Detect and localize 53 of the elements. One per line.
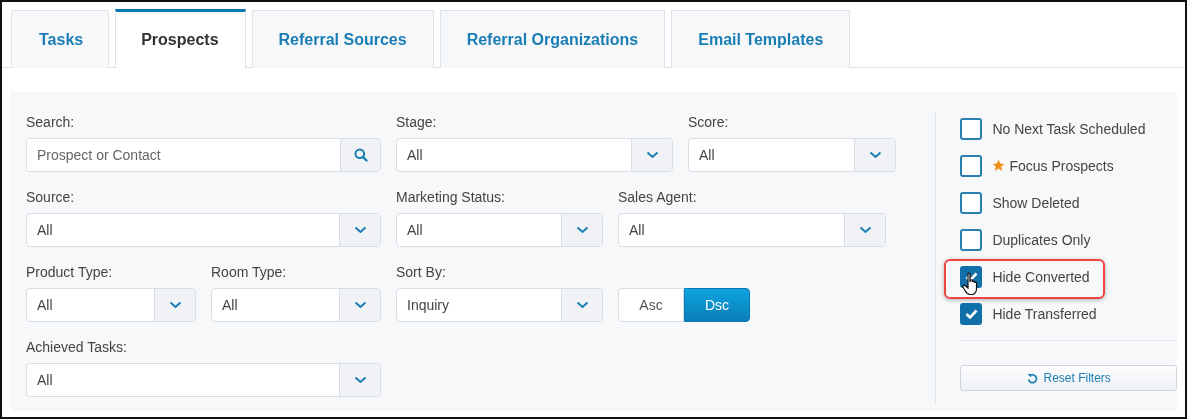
search-button[interactable] — [340, 139, 380, 171]
checkbox[interactable] — [960, 302, 983, 325]
checkbox[interactable] — [960, 154, 983, 177]
checkbox[interactable] — [960, 117, 983, 140]
field-label: Room Type: — [211, 264, 288, 280]
dropdown[interactable]: All — [26, 213, 381, 247]
tab[interactable]: Tasks — [11, 10, 110, 68]
field-label: Achieved Tasks: — [26, 339, 128, 355]
chevron-icon — [645, 151, 659, 159]
chevron-icon — [575, 301, 589, 309]
checkbox-label: Hide Converted — [992, 268, 1090, 285]
chevron-icon — [575, 226, 589, 234]
checkbox-label: Hide Transferred — [992, 305, 1097, 322]
field-label: Sales Agent: — [618, 189, 698, 205]
checkbox-label: Focus Prospects — [1009, 157, 1114, 174]
dropdown[interactable]: Inquiry — [396, 288, 603, 322]
search-icon — [353, 148, 368, 162]
reset-icon — [1026, 372, 1038, 384]
dropdown[interactable]: All — [211, 288, 381, 322]
check-icon — [964, 308, 978, 319]
checkbox[interactable] — [960, 228, 983, 251]
field-label: Stage: — [396, 114, 438, 130]
checkbox[interactable] — [960, 191, 983, 214]
tab[interactable]: Referral Organizations — [439, 10, 666, 68]
checkbox-label: Duplicates Only — [992, 231, 1091, 248]
dropdown[interactable]: All — [618, 213, 886, 247]
chevron-icon — [168, 301, 182, 309]
chevron-icon — [858, 226, 872, 234]
chevron-icon — [868, 151, 882, 159]
field-label: Product Type: — [26, 264, 114, 280]
dropdown[interactable]: All — [396, 138, 673, 172]
reset-filters-button[interactable]: Reset Filters — [960, 365, 1177, 391]
tab[interactable]: Referral Sources — [251, 10, 434, 68]
search-field[interactable]: Prospect or Contact — [26, 138, 381, 172]
star-icon — [992, 159, 1006, 172]
field-label: Search: — [26, 114, 76, 130]
sort-order-button[interactable]: Dsc — [684, 288, 750, 322]
field-label: Sort By: — [396, 264, 447, 280]
field-label: Marketing Status: — [396, 189, 506, 205]
dropdown[interactable]: All — [26, 363, 381, 397]
chevron-icon — [353, 226, 367, 234]
checkbox-label: Show Deleted — [992, 194, 1080, 211]
field-label: Score: — [688, 114, 730, 130]
checkbox-label: No Next Task Scheduled — [992, 120, 1146, 137]
field-label: Source: — [26, 189, 76, 205]
dropdown[interactable]: All — [396, 213, 603, 247]
chevron-icon — [353, 301, 367, 309]
dropdown[interactable]: All — [688, 138, 896, 172]
chevron-icon — [353, 376, 367, 384]
tab[interactable]: Prospects — [115, 9, 246, 68]
tab[interactable]: Email Templates — [671, 10, 851, 68]
dropdown[interactable]: All — [26, 288, 196, 322]
sort-order-button[interactable]: Asc — [618, 288, 684, 322]
